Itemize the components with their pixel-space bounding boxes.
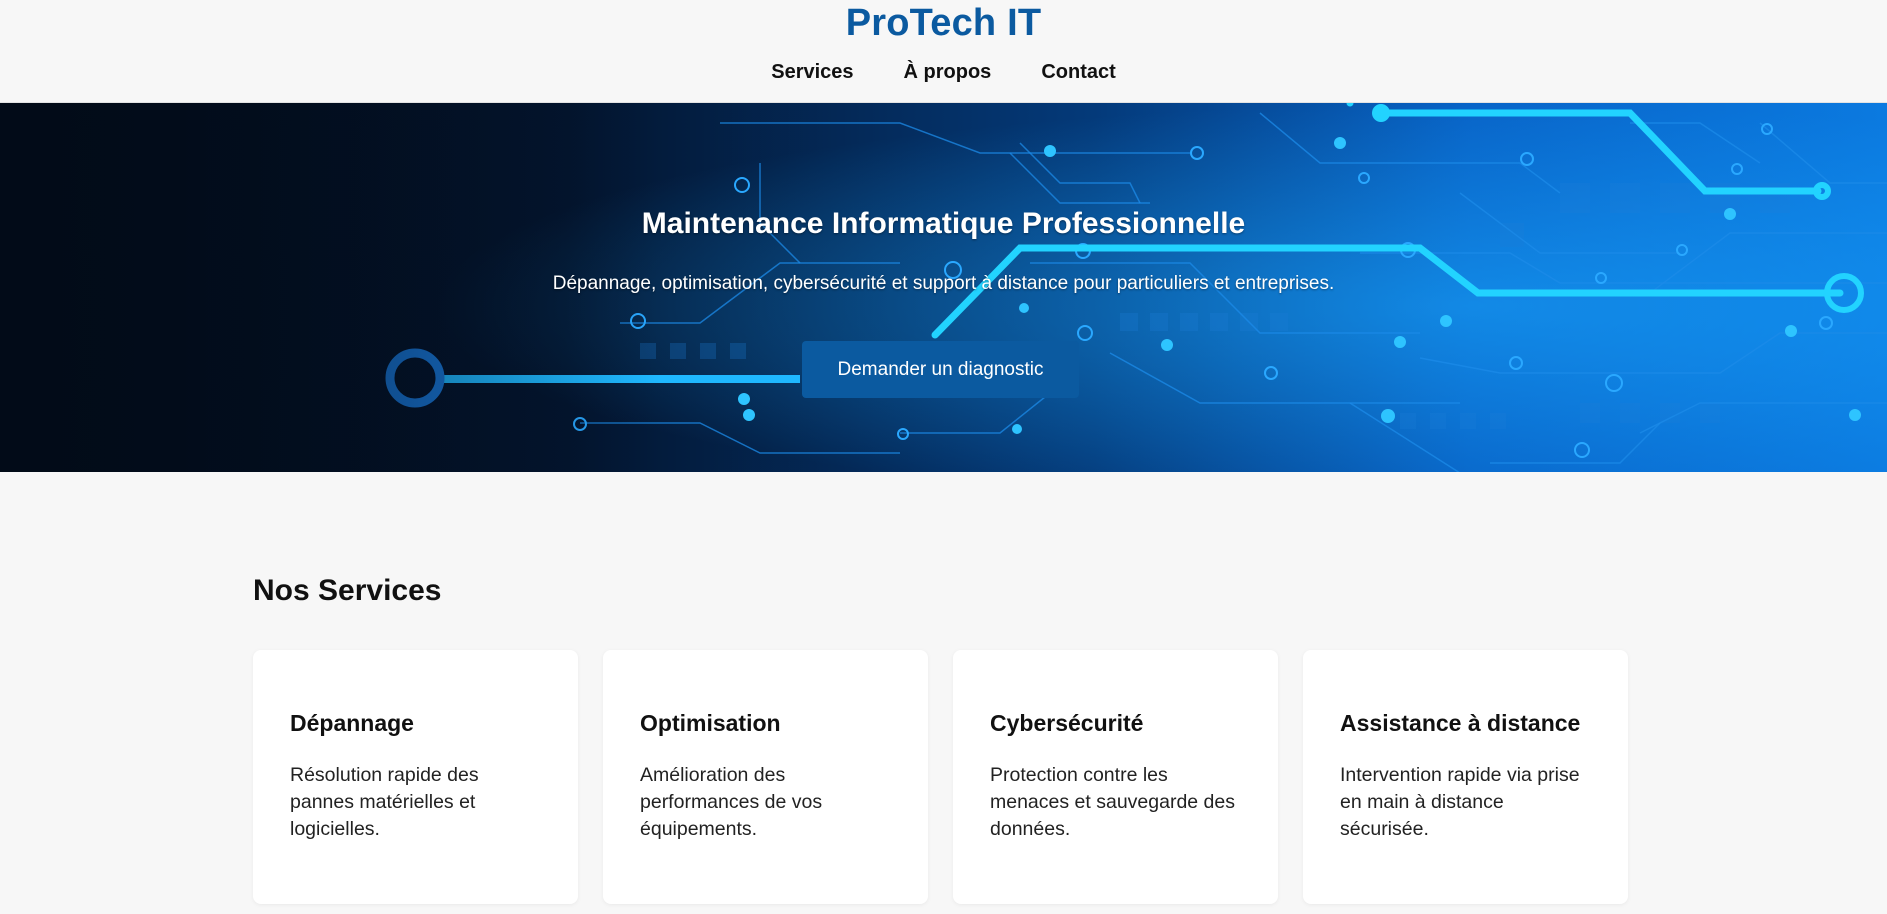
service-card-title: Optimisation: [640, 710, 781, 736]
site-header: ProTech IT Services À propos Contact: [0, 0, 1887, 103]
service-card-text: Protection contre les menaces et sauvega…: [990, 764, 1235, 840]
service-card-optimisation: Optimisation Amélioration des performanc…: [603, 650, 928, 904]
service-card-title: Assistance à distance: [1340, 710, 1581, 736]
main-nav: Services À propos Contact: [0, 61, 1887, 84]
service-card-assistance: Assistance à distance Intervention rapid…: [1303, 650, 1628, 904]
service-card-depannage: Dépannage Résolution rapide des pannes m…: [253, 650, 578, 904]
services-cards: Dépannage Résolution rapide des pannes m…: [253, 650, 1628, 904]
services-section: Nos Services Dépannage Résolution rapide…: [0, 472, 1887, 914]
service-card-title: Cybersécurité: [990, 710, 1144, 736]
hero-subtitle: Dépannage, optimisation, cybersécurité e…: [552, 273, 1335, 294]
nav-link-services[interactable]: Services: [771, 61, 853, 84]
nav-link-contact[interactable]: Contact: [1041, 61, 1115, 84]
service-card-title: Dépannage: [290, 710, 414, 736]
brand-logo[interactable]: ProTech IT: [0, 2, 1887, 45]
service-card-cybersecurite: Cybersécurité Protection contre les mena…: [953, 650, 1278, 904]
service-card-text: Résolution rapide des pannes matérielles…: [290, 764, 479, 840]
hero-title: Maintenance Informatique Professionnelle: [641, 207, 1246, 240]
hero-content: Maintenance Informatique Professionnelle…: [0, 103, 1887, 472]
nav-link-about[interactable]: À propos: [904, 61, 992, 84]
services-title: Nos Services: [253, 574, 442, 607]
service-card-text: Amélioration des performances de vos équ…: [640, 764, 823, 840]
request-diagnostic-button[interactable]: Demander un diagnostic: [802, 341, 1079, 398]
hero-banner: Maintenance Informatique Professionnelle…: [0, 103, 1887, 472]
service-card-text: Intervention rapide via prise en main à …: [1340, 764, 1580, 840]
